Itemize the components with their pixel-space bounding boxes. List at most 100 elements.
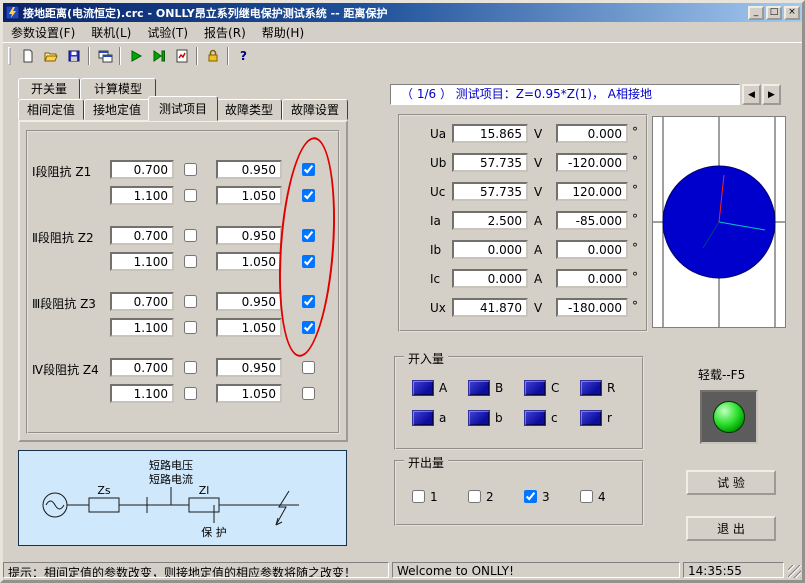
- light-load-button[interactable]: [700, 390, 758, 444]
- impedance-left-checkbox[interactable]: [184, 321, 197, 334]
- menu-item-test[interactable]: 试验(T): [139, 22, 196, 43]
- measurement-angle-input[interactable]: [556, 240, 628, 259]
- input-indicator-led-c: [524, 410, 546, 426]
- minimize-button[interactable]: _: [748, 5, 764, 20]
- measurement-value-input[interactable]: [452, 298, 528, 317]
- prev-test-button[interactable]: ◀: [742, 84, 761, 105]
- input-indicator-label: b: [495, 411, 503, 425]
- measurement-value-input[interactable]: [452, 211, 528, 230]
- impedance-value-input[interactable]: [216, 252, 282, 271]
- unit-label: V: [534, 127, 543, 141]
- impedance-left-checkbox[interactable]: [184, 387, 197, 400]
- run-continuous-button[interactable]: [147, 45, 170, 67]
- run-button[interactable]: [124, 45, 147, 67]
- output-checkbox-1[interactable]: [412, 490, 425, 503]
- impedance-value-input[interactable]: [216, 226, 282, 245]
- impedance-group-label: Ⅱ段阻抗 Z2: [32, 231, 94, 245]
- measurement-value-input[interactable]: [452, 240, 528, 259]
- toolbar-grip[interactable]: [8, 46, 11, 65]
- measurement-angle-input[interactable]: [556, 211, 628, 230]
- new-document-icon: [23, 49, 32, 62]
- impedance-right-checkbox[interactable]: [302, 229, 315, 242]
- measurement-value-input[interactable]: [452, 182, 528, 201]
- impedance-right-checkbox[interactable]: [302, 387, 315, 400]
- impedance-right-checkbox[interactable]: [302, 255, 315, 268]
- tab-test-items-active[interactable]: 测试项目: [148, 96, 218, 121]
- measurement-label: Ib: [430, 243, 442, 257]
- impedance-value-input[interactable]: [110, 186, 174, 205]
- next-test-button[interactable]: ▶: [762, 84, 781, 105]
- output-checkbox-3[interactable]: [524, 490, 537, 503]
- impedance-left-checkbox[interactable]: [184, 229, 197, 242]
- impedance-left-checkbox[interactable]: [184, 255, 197, 268]
- impedance-right-checkbox[interactable]: [302, 189, 315, 202]
- application-window: 接地距离(电流恒定).crc - ONLLY昂立系列继电保护测试系统 -- 距离…: [0, 0, 805, 583]
- save-button[interactable]: [62, 45, 85, 67]
- tab-fault-config[interactable]: 故障设置: [282, 99, 348, 120]
- report-button[interactable]: [170, 45, 193, 67]
- tab-phase-settings[interactable]: 相间定值: [18, 99, 84, 120]
- maximize-button[interactable]: □: [766, 5, 782, 20]
- measurement-value-input[interactable]: [452, 269, 528, 288]
- measurement-angle-input[interactable]: [556, 124, 628, 143]
- tab-fault-type[interactable]: 故障类型: [216, 99, 282, 120]
- measurement-angle-input[interactable]: [556, 153, 628, 172]
- impedance-right-checkbox[interactable]: [302, 295, 315, 308]
- impedance-left-checkbox[interactable]: [184, 295, 197, 308]
- measurement-angle-input[interactable]: [556, 182, 628, 201]
- status-welcome: Welcome to ONLLY!: [392, 562, 680, 578]
- toolbar: ?: [3, 42, 802, 68]
- tab-ground-settings[interactable]: 接地定值: [84, 99, 150, 120]
- resize-grip[interactable]: [788, 565, 801, 578]
- open-file-button[interactable]: [39, 45, 62, 67]
- run-to-end-icon: [153, 49, 165, 62]
- menu-item-help[interactable]: 帮助(H): [254, 22, 312, 43]
- impedance-value-input[interactable]: [110, 318, 174, 337]
- impedance-value-input[interactable]: [216, 318, 282, 337]
- impedance-left-checkbox[interactable]: [184, 361, 197, 374]
- output-checkbox-2[interactable]: [468, 490, 481, 503]
- status-bar: 提示：相间定值的参数改变，则接地定值的相应参数将随之改变！ Welcome to…: [3, 560, 802, 580]
- unit-label: A: [534, 214, 543, 228]
- measurement-angle-input[interactable]: [556, 269, 628, 288]
- titlebar: 接地距离(电流恒定).crc - ONLLY昂立系列继电保护测试系统 -- 距离…: [3, 3, 802, 22]
- impedance-value-input[interactable]: [110, 292, 174, 311]
- impedance-value-input[interactable]: [216, 384, 282, 403]
- impedance-right-checkbox[interactable]: [302, 321, 315, 334]
- help-button[interactable]: ?: [232, 45, 255, 67]
- tab-switch-quantity[interactable]: 开关量: [18, 78, 80, 99]
- input-indicator-label: c: [551, 411, 558, 425]
- impedance-left-checkbox[interactable]: [184, 163, 197, 176]
- impedance-value-input[interactable]: [216, 186, 282, 205]
- impedance-value-input[interactable]: [110, 160, 174, 179]
- digital-outputs-title: 开出量: [404, 454, 449, 471]
- circuit-short-current-label: 短路电流: [149, 472, 193, 486]
- measurement-value-input[interactable]: [452, 124, 528, 143]
- cascade-windows-button[interactable]: [93, 45, 116, 67]
- digital-inputs-title: 开入量: [404, 350, 449, 367]
- impedance-value-input[interactable]: [216, 292, 282, 311]
- test-button[interactable]: 试 验: [686, 470, 776, 495]
- tab-calc-model[interactable]: 计算模型: [80, 78, 156, 99]
- lock-button[interactable]: [201, 45, 224, 67]
- new-document-button[interactable]: [16, 45, 39, 67]
- menu-item-connect[interactable]: 联机(L): [83, 22, 139, 43]
- impedance-value-input[interactable]: [216, 358, 282, 377]
- close-button[interactable]: ×: [784, 5, 800, 20]
- measurement-value-input[interactable]: [452, 153, 528, 172]
- impedance-right-checkbox[interactable]: [302, 163, 315, 176]
- measurement-angle-input[interactable]: [556, 298, 628, 317]
- impedance-value-input[interactable]: [216, 160, 282, 179]
- menu-item-parameters[interactable]: 参数设置(F): [3, 22, 83, 43]
- impedance-left-checkbox[interactable]: [184, 189, 197, 202]
- impedance-value-input[interactable]: [110, 252, 174, 271]
- impedance-value-input[interactable]: [110, 226, 174, 245]
- impedance-value-input[interactable]: [110, 358, 174, 377]
- output-checkbox-4[interactable]: [580, 490, 593, 503]
- exit-button[interactable]: 退 出: [686, 516, 776, 541]
- unit-label: A: [534, 272, 543, 286]
- impedance-right-checkbox[interactable]: [302, 361, 315, 374]
- phasor-diagram-panel: [652, 116, 786, 328]
- impedance-value-input[interactable]: [110, 384, 174, 403]
- menu-item-report[interactable]: 报告(R): [196, 22, 254, 43]
